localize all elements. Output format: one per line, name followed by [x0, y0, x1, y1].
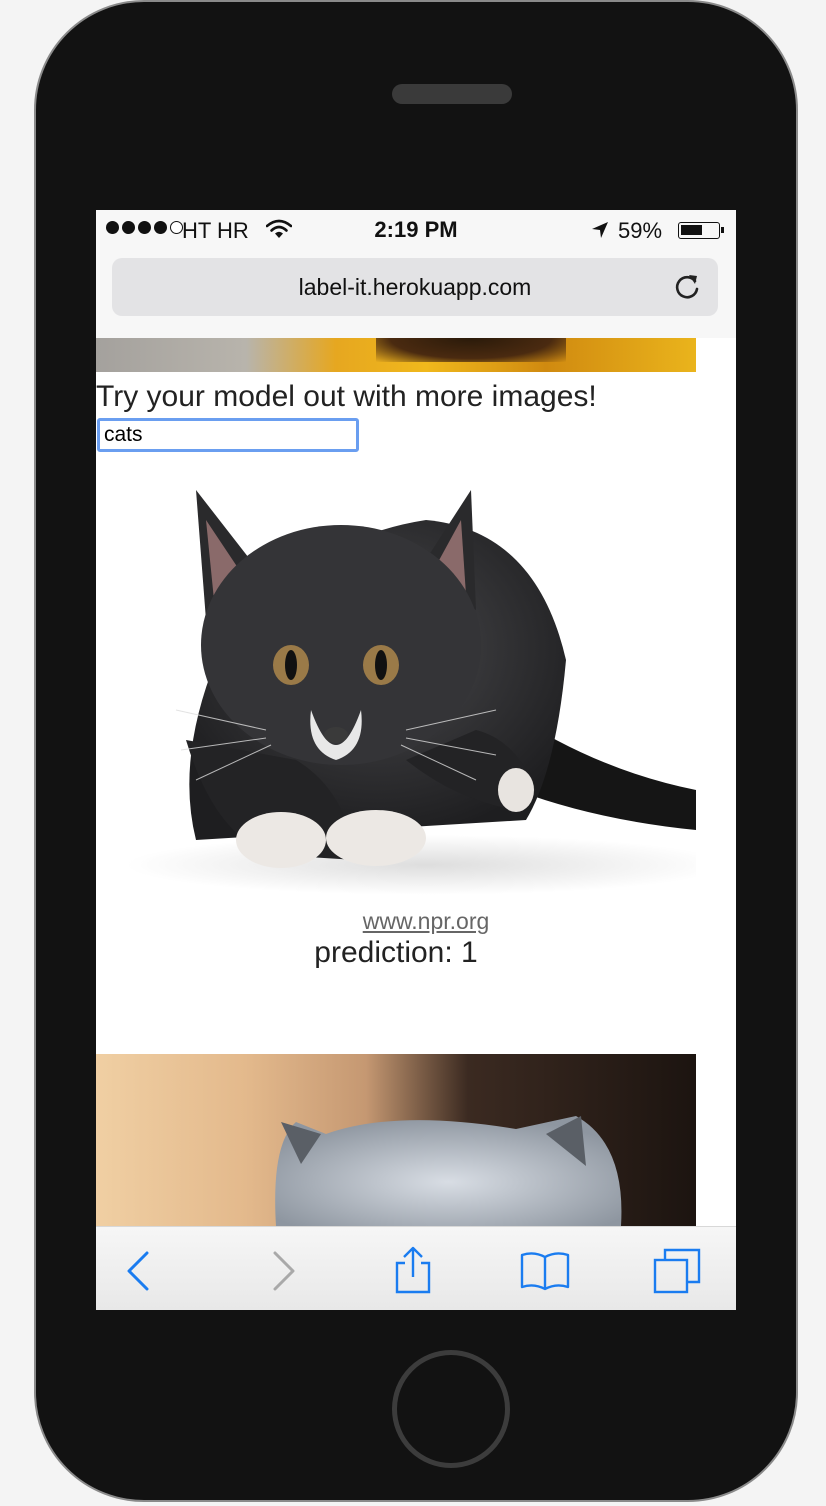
bookmarks-icon[interactable] — [520, 1245, 570, 1295]
battery-icon — [678, 222, 724, 239]
battery-fill — [681, 225, 702, 235]
back-icon[interactable] — [116, 1245, 166, 1295]
url-field[interactable]: label-it.herokuapp.com — [112, 258, 718, 316]
tabs-icon[interactable] — [652, 1245, 702, 1295]
phone-screen: HT HR 2:19 PM 59% label-it.herokuapp.com — [96, 210, 736, 1310]
share-icon[interactable] — [388, 1245, 438, 1295]
previous-result-image — [96, 338, 696, 372]
image-source-link[interactable]: www.npr.org — [96, 908, 736, 935]
status-bar: HT HR 2:19 PM 59% — [96, 210, 736, 250]
location-arrow-icon — [592, 222, 608, 238]
reload-icon[interactable] — [672, 272, 702, 302]
cat-image — [96, 460, 696, 902]
page-heading: Try your model out with more images! — [96, 380, 597, 413]
phone-speaker — [392, 84, 512, 104]
forward-icon[interactable] — [256, 1245, 306, 1295]
battery-percent: 59% — [618, 218, 663, 243]
search-input[interactable] — [97, 418, 359, 452]
web-content: Try your model out with more images! cat… — [96, 338, 736, 1226]
url-text: label-it.herokuapp.com — [298, 274, 532, 300]
browser-toolbar — [96, 1226, 736, 1310]
address-bar: label-it.herokuapp.com — [96, 250, 736, 338]
prediction-label: prediction: 1 — [314, 936, 478, 969]
home-button[interactable] — [392, 1350, 510, 1468]
next-result-image — [96, 1054, 696, 1226]
